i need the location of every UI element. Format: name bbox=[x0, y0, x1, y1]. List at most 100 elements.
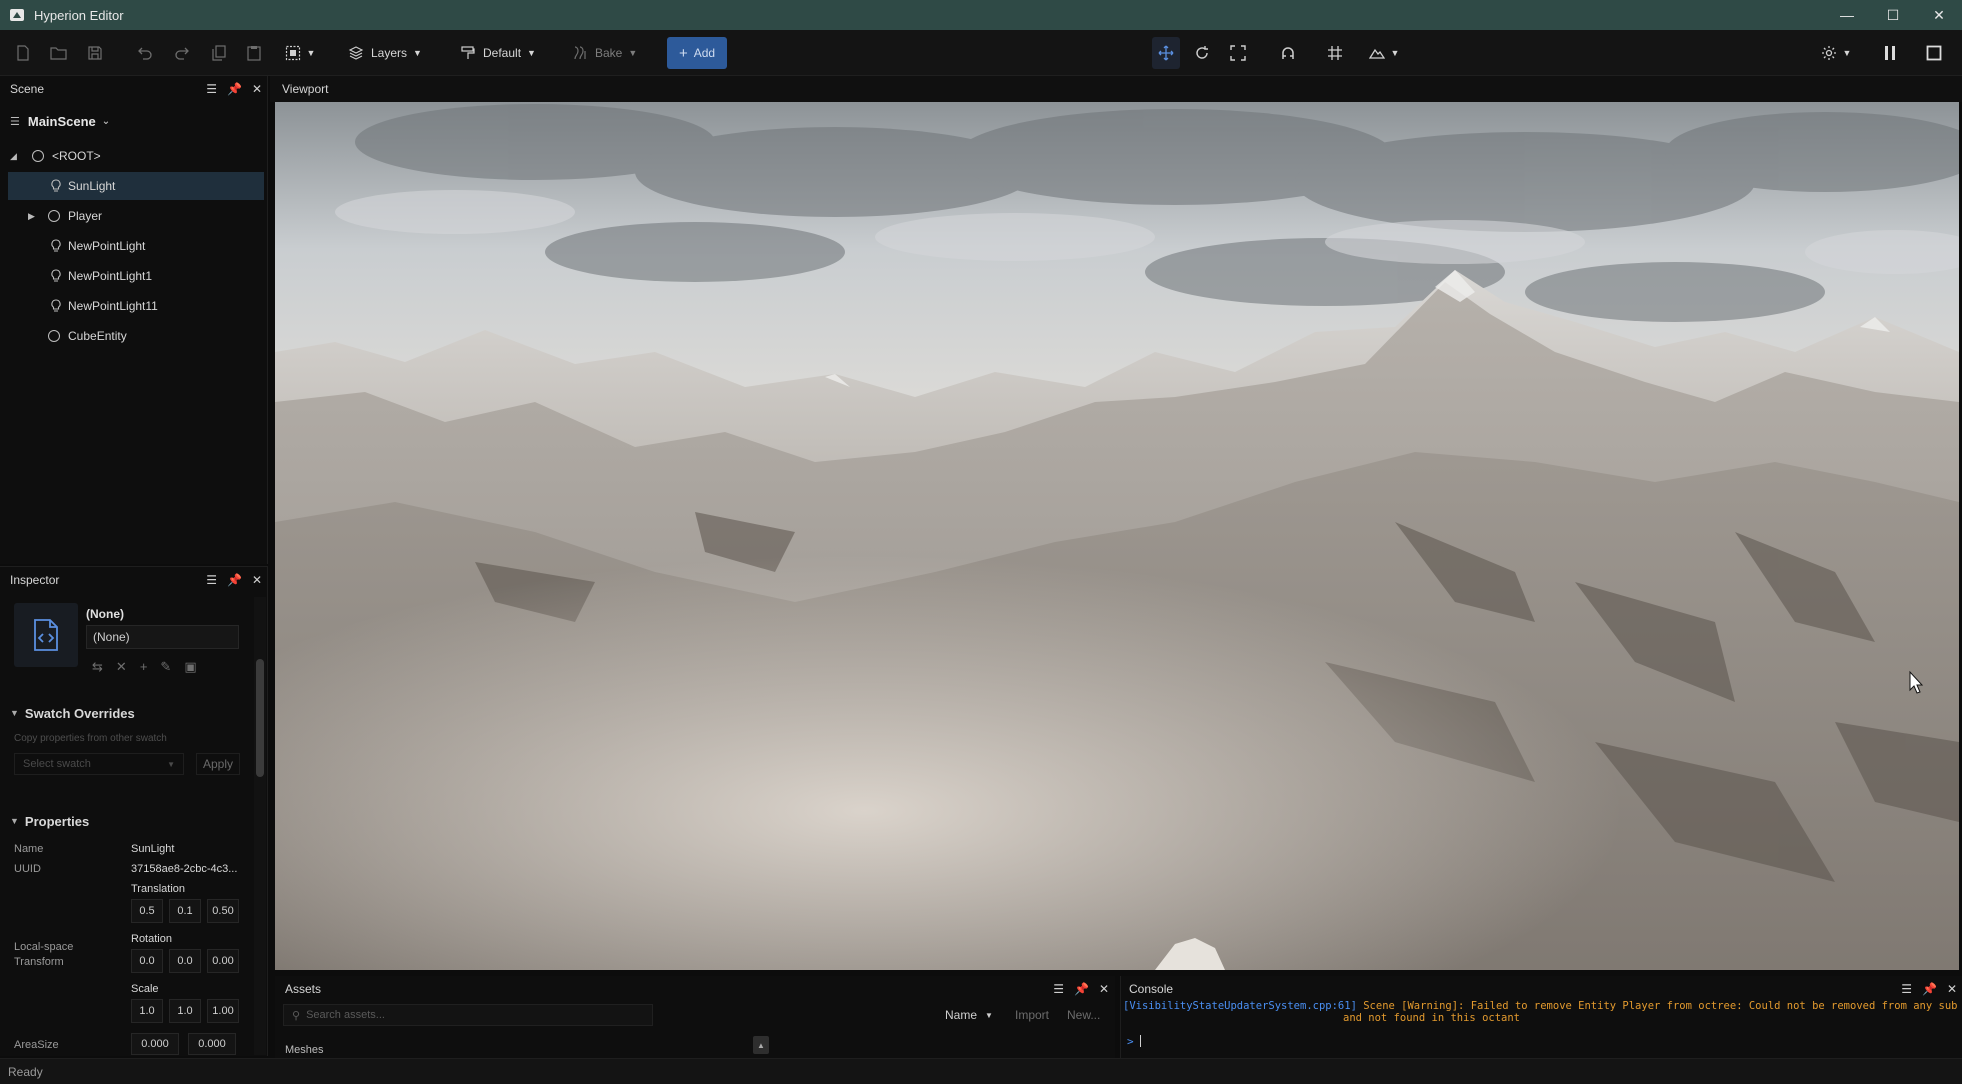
tree-item-root[interactable]: ◢ <ROOT> bbox=[8, 142, 264, 170]
select-swatch-placeholder: Select swatch bbox=[23, 758, 91, 770]
tab-viewport[interactable]: Viewport bbox=[282, 76, 328, 102]
expand-arrow-icon[interactable]: ▶ bbox=[28, 211, 35, 222]
areasize-x-field[interactable]: 0.000 bbox=[131, 1033, 179, 1055]
sort-dropdown[interactable]: Name ▼ bbox=[945, 1004, 993, 1026]
close-icon[interactable]: ✕ bbox=[1947, 982, 1957, 996]
stop-button[interactable] bbox=[1920, 37, 1948, 69]
chevron-down-icon: ▼ bbox=[628, 48, 638, 58]
new-asset-button[interactable]: New... bbox=[1067, 1004, 1100, 1026]
swatch-hint: Copy properties from other swatch bbox=[14, 733, 167, 744]
areasize-y-field[interactable]: 0.000 bbox=[188, 1033, 236, 1055]
rotation-y-field[interactable]: 0.0 bbox=[169, 949, 201, 973]
default-preset-dropdown[interactable]: Default ▼ bbox=[460, 37, 536, 69]
scrollbar-thumb[interactable] bbox=[256, 659, 264, 777]
name-label: Name bbox=[14, 843, 44, 855]
swap-icon[interactable]: ⇆ bbox=[92, 659, 103, 675]
tree-item-newpointlight1[interactable]: NewPointLight1 bbox=[8, 262, 264, 290]
log-source: [VisibilityStateUpdaterSystem.cpp:61] bbox=[1123, 1000, 1357, 1012]
apply-swatch-button[interactable]: Apply bbox=[196, 753, 240, 775]
search-assets-input[interactable]: ⚲ Search assets... bbox=[283, 1004, 653, 1026]
swatch-overrides-header[interactable]: ▼ Swatch Overrides bbox=[10, 703, 135, 723]
asset-category-label: Meshes bbox=[285, 1044, 324, 1056]
minimize-button[interactable]: — bbox=[1824, 0, 1870, 30]
tree-item-newpointlight11[interactable]: NewPointLight11 bbox=[8, 292, 264, 320]
inspector-scrollbar[interactable] bbox=[254, 597, 266, 1055]
scale-x-field[interactable]: 1.0 bbox=[131, 999, 163, 1023]
bake-dropdown[interactable]: Bake ▼ bbox=[572, 37, 637, 69]
maximize-button[interactable]: ☐ bbox=[1870, 0, 1916, 30]
viewport-canvas[interactable] bbox=[275, 102, 1959, 970]
copy-button[interactable] bbox=[205, 37, 233, 69]
pin-icon[interactable]: 📌 bbox=[1074, 982, 1089, 996]
settings-dropdown[interactable]: ▼ bbox=[1818, 37, 1854, 69]
new-file-button[interactable] bbox=[9, 37, 37, 69]
scene-panel: Scene ☰ 📌 ✕ ☰ MainScene ⌄ ◢ <ROOT> SunLi… bbox=[0, 76, 268, 564]
panel-menu-icon[interactable]: ☰ bbox=[206, 573, 217, 587]
search-icon: ⚲ bbox=[292, 1009, 301, 1022]
scale-z-field[interactable]: 1.00 bbox=[207, 999, 239, 1023]
rotation-x-field[interactable]: 0.0 bbox=[131, 949, 163, 973]
scale-y-field[interactable]: 1.0 bbox=[169, 999, 201, 1023]
inspector-panel-title: Inspector bbox=[10, 573, 60, 587]
magnet-icon bbox=[1282, 47, 1294, 59]
grid-icon bbox=[1328, 46, 1342, 60]
find-file-icon[interactable]: ▣ bbox=[184, 659, 196, 675]
name-value[interactable]: SunLight bbox=[131, 843, 174, 855]
pause-button[interactable] bbox=[1876, 37, 1904, 69]
text-cursor bbox=[1139, 1035, 1141, 1047]
splitter-handle[interactable]: ▲ bbox=[753, 1036, 769, 1054]
translation-y-field[interactable]: 0.1 bbox=[169, 899, 201, 923]
tree-item-cubeentity[interactable]: CubeEntity bbox=[8, 322, 264, 350]
edit-icon[interactable]: ✎ bbox=[160, 659, 171, 675]
chevron-down-icon: ▼ bbox=[10, 816, 19, 826]
panel-menu-icon[interactable]: ☰ bbox=[1901, 982, 1912, 996]
panel-menu-icon[interactable]: ☰ bbox=[206, 82, 217, 96]
tree-item-player[interactable]: ▶ Player bbox=[8, 202, 264, 230]
pin-icon[interactable]: 📌 bbox=[227, 573, 242, 587]
rotation-z-field[interactable]: 0.00 bbox=[207, 949, 239, 973]
close-icon[interactable]: ✕ bbox=[252, 82, 262, 96]
terrain-view-dropdown[interactable]: ▼ bbox=[1366, 37, 1402, 69]
open-folder-button[interactable] bbox=[45, 37, 73, 69]
close-icon[interactable]: ✕ bbox=[252, 573, 262, 587]
tree-item-newpointlight[interactable]: NewPointLight bbox=[8, 232, 264, 260]
areasize-label: AreaSize bbox=[14, 1039, 59, 1051]
add-button[interactable]: + Add bbox=[667, 37, 727, 69]
clear-icon[interactable]: ✕ bbox=[116, 659, 127, 675]
chevron-down-icon: ▼ bbox=[985, 1010, 993, 1020]
add-label: Add bbox=[693, 46, 716, 60]
redo-button[interactable] bbox=[168, 37, 196, 69]
translation-x-field[interactable]: 0.5 bbox=[131, 899, 163, 923]
properties-header[interactable]: ▼ Properties bbox=[10, 811, 89, 831]
undo-button[interactable] bbox=[131, 37, 159, 69]
prompt-symbol: > bbox=[1127, 1034, 1134, 1048]
selection-mode-dropdown[interactable]: ▼ bbox=[282, 37, 318, 69]
pin-icon[interactable]: 📌 bbox=[1922, 982, 1937, 996]
collapse-arrow-icon[interactable]: ◢ bbox=[10, 151, 17, 162]
pin-icon[interactable]: 📌 bbox=[227, 82, 242, 96]
paste-button[interactable] bbox=[240, 37, 268, 69]
layers-dropdown[interactable]: Layers ▼ bbox=[348, 37, 422, 69]
asset-preview[interactable] bbox=[14, 603, 78, 667]
close-window-button[interactable]: ✕ bbox=[1916, 0, 1962, 30]
entity-icon bbox=[32, 150, 44, 162]
tree-item-sunlight[interactable]: SunLight bbox=[8, 172, 264, 200]
save-button[interactable] bbox=[81, 37, 109, 69]
grid-toggle-button[interactable] bbox=[1321, 37, 1349, 69]
move-tool-button[interactable] bbox=[1152, 37, 1180, 69]
asset-field[interactable]: (None) bbox=[86, 625, 239, 649]
rotate-tool-button[interactable] bbox=[1188, 37, 1216, 69]
translation-z-field[interactable]: 0.50 bbox=[207, 899, 239, 923]
paint-roller-icon bbox=[461, 46, 475, 59]
snap-toggle-button[interactable] bbox=[1274, 37, 1302, 69]
scene-selector[interactable]: ☰ MainScene ⌄ bbox=[10, 110, 110, 132]
select-swatch-dropdown[interactable]: Select swatch ▼ bbox=[14, 753, 184, 775]
plus-icon[interactable]: + bbox=[140, 659, 148, 675]
undo-icon bbox=[138, 47, 152, 60]
close-icon[interactable]: ✕ bbox=[1099, 982, 1109, 996]
scale-tool-button[interactable] bbox=[1224, 37, 1252, 69]
paste-icon bbox=[247, 46, 261, 61]
import-button[interactable]: Import bbox=[1015, 1004, 1049, 1026]
console-input[interactable]: > bbox=[1127, 1032, 1957, 1050]
panel-menu-icon[interactable]: ☰ bbox=[1053, 982, 1064, 996]
